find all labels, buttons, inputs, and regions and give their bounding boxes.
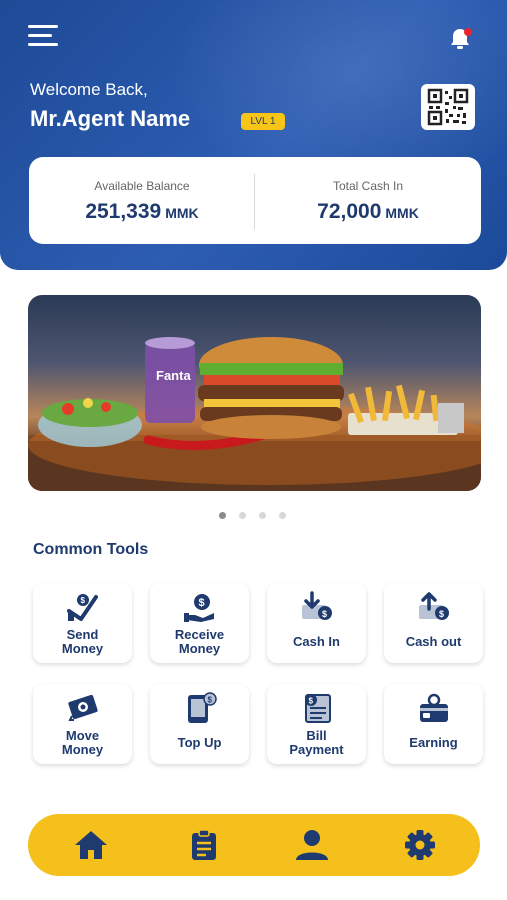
total-cash-in-value: 72,000 MMK: [255, 200, 481, 224]
carousel-indicator: [219, 512, 286, 520]
bill-payment-button[interactable]: $ Bill Payment: [267, 684, 366, 764]
balance-card: Available Balance 251,339 MMK Total Cash …: [29, 157, 481, 244]
svg-text:$: $: [322, 609, 327, 619]
carousel-dot[interactable]: [259, 512, 266, 519]
svg-text:$: $: [309, 697, 314, 706]
carousel-dot-active[interactable]: [219, 512, 226, 519]
qr-code-icon: [427, 88, 469, 126]
menu-icon-bar: [28, 34, 52, 37]
bill-payment-label: Bill Payment: [289, 728, 344, 757]
profile-icon[interactable]: [294, 829, 330, 861]
send-money-icon: $: [67, 594, 98, 621]
available-balance-unit: MMK: [165, 205, 199, 221]
cash-in-icon: $: [302, 591, 332, 620]
level-badge: LVL 1: [241, 113, 285, 130]
carousel-dot[interactable]: [279, 512, 286, 519]
svg-text:$: $: [439, 609, 444, 619]
home-icon[interactable]: [73, 829, 109, 861]
available-balance-value: 251,339 MMK: [29, 200, 255, 224]
total-cash-in-amount: 72,000: [317, 200, 382, 223]
bill-payment-icon: $: [305, 694, 331, 723]
receive-money-icon: $: [184, 594, 214, 622]
cash-out-label: Cash out: [405, 634, 462, 649]
svg-text:$: $: [81, 596, 86, 605]
top-up-label: Top Up: [177, 735, 222, 750]
move-money-icon: [68, 694, 98, 721]
move-money-button[interactable]: Move Money: [33, 684, 132, 764]
available-balance-amount: 251,339: [85, 200, 162, 223]
promo-banner-illustration: Fanta: [28, 337, 481, 491]
fanta-logo-text: Fanta: [156, 368, 191, 383]
move-money-label: Move Money: [61, 728, 104, 757]
welcome-text: Welcome Back,: [30, 80, 148, 99]
bottom-navigation: [28, 814, 480, 876]
svg-text:$: $: [199, 597, 205, 609]
menu-icon-bar: [28, 25, 58, 28]
send-money-button[interactable]: $ Send Money: [33, 583, 132, 663]
header: Welcome Back, Mr.Agent Name LVL 1 Availa…: [0, 0, 507, 270]
agent-name: Mr.Agent Name: [30, 106, 191, 131]
common-tools-title: Common Tools: [33, 541, 149, 558]
cash-out-icon: $: [419, 592, 449, 620]
earning-button[interactable]: Earning: [384, 684, 483, 764]
cash-in-label: Cash In: [293, 634, 340, 649]
notification-dot: [464, 28, 472, 36]
earning-label: Earning: [409, 735, 458, 750]
top-up-icon: $: [188, 692, 217, 723]
receive-money-label: Receive Money: [174, 627, 225, 656]
total-cash-in: Total Cash In 72,000 MMK: [255, 157, 481, 244]
send-money-label: Send Money: [61, 627, 104, 656]
earning-icon: [420, 693, 448, 722]
promo-banner[interactable]: Fanta: [28, 295, 481, 491]
top-up-button[interactable]: $ Top Up: [150, 684, 249, 764]
total-cash-in-label: Total Cash In: [332, 179, 404, 193]
qr-code-button[interactable]: [421, 84, 475, 130]
available-balance: Available Balance 251,339 MMK: [29, 157, 255, 244]
carousel-dot[interactable]: [239, 512, 246, 519]
menu-button[interactable]: [28, 25, 58, 47]
clipboard-icon[interactable]: [186, 829, 222, 861]
settings-icon[interactable]: [402, 829, 438, 861]
menu-icon-bar: [28, 43, 58, 46]
total-cash-in-unit: MMK: [385, 205, 419, 221]
receive-money-button[interactable]: $ Receive Money: [150, 583, 249, 663]
cash-in-button[interactable]: $ Cash In: [267, 583, 366, 663]
notification-bell-icon[interactable]: [447, 26, 473, 52]
available-balance-label: Available Balance: [94, 179, 190, 193]
cash-out-button[interactable]: $ Cash out: [384, 583, 483, 663]
svg-text:$: $: [208, 696, 213, 705]
